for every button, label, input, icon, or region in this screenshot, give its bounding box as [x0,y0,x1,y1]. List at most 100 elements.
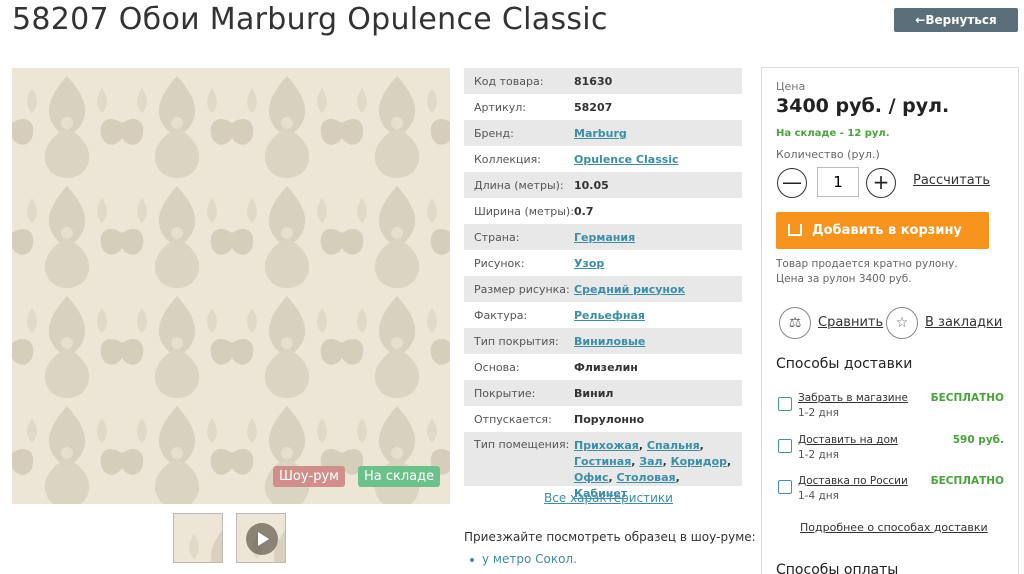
sale-note-line1: Товар продается кратно рулону. [776,258,958,270]
spec-value[interactable]: Рельефная [574,309,645,322]
spec-key: Страна: [474,230,520,244]
spec-key: Ширина (метры): [474,204,574,218]
spec-row: Покрытие: Винил [464,380,742,406]
spec-value[interactable]: Германия [574,231,635,244]
spec-key: Рисунок: [474,256,525,270]
truck-icon [778,439,792,453]
quantity-input[interactable] [817,167,859,197]
delivery-cost: 590 руб. [952,434,1004,446]
thumbnail-image[interactable] [173,513,223,563]
spec-key: Бренд: [474,126,514,140]
in-stock-badge: На складе [358,466,441,487]
delivery-name[interactable]: Забрать в магазине [798,392,908,404]
spec-key: Код товара: [474,74,544,88]
russia-map-icon [778,480,792,494]
spec-row: Коллекция: Opulence Classic [464,146,742,172]
delivery-days: 1-2 дня [798,449,839,461]
spec-key: Отпускается: [474,412,552,426]
room-type-link[interactable]: Коридор [671,455,727,468]
spec-row: Отпускается: Порулонно [464,406,742,432]
room-type-link[interactable]: Спальня [647,439,700,452]
spec-key: Тип покрытия: [474,334,559,348]
room-type-link[interactable]: Зал [639,455,662,468]
add-to-cart-label: Добавить в корзину [812,223,962,238]
all-characteristics-link[interactable]: Все характеристики [544,491,673,505]
spec-key: Длина (метры): [474,178,564,192]
bookmark-link[interactable]: В закладки [925,315,1002,330]
spec-value: 58207 [574,100,613,114]
spec-row: Длина (метры): 10.05 [464,172,742,198]
damask-pattern [12,68,450,504]
spec-key: Артикул: [474,100,526,114]
thumbnail-pattern [174,514,222,562]
spec-row: Артикул: 58207 [464,94,742,120]
calculate-link[interactable]: Рассчитать [913,173,990,188]
spec-table: Код товара: 81630 Артикул: 58207 Бренд: Marbu… [464,68,742,500]
spec-key: Основа: [474,360,520,374]
spec-row-rooms: Тип помещения: Прихожая, Спальня, Гостина… [464,432,742,500]
spec-value[interactable]: Opulence Classic [574,153,679,166]
spec-row: Бренд: Marburg [464,120,742,146]
store-icon [778,397,792,411]
delivery-name[interactable]: Доставка по России [798,475,908,487]
delivery-cost: БЕСПЛАТНО [930,475,1004,487]
price-value: 3400 руб. / рул. [776,95,950,117]
quantity-decrease-button[interactable]: — [777,168,807,198]
spec-value[interactable]: Узор [574,257,604,270]
spec-value: 0.7 [574,204,594,218]
delivery-days: 1-2 дня [798,407,839,419]
more-delivery-link[interactable]: Подробнее о способах доставки [800,521,988,534]
cart-icon [788,224,802,236]
spec-value[interactable]: Средний рисунок [574,283,685,296]
spec-key: Покрытие: [474,386,536,400]
compare-link[interactable]: Сравнить [818,315,883,330]
room-type-link[interactable]: Прихожая [574,439,639,452]
play-icon [246,523,278,555]
spec-value: 10.05 [574,178,609,192]
back-button[interactable]: ←Вернуться назад [894,8,1018,51]
delivery-cost: БЕСПЛАТНО [930,392,1004,404]
room-type-link[interactable]: Гостиная [574,455,631,468]
showroom-location: у метро Сокол. [470,552,577,566]
sale-note: Товар продается кратно рулону. Цена за р… [776,257,958,287]
bookmark-icon[interactable]: ☆ [886,307,918,339]
add-to-cart-button[interactable]: Добавить в корзину [776,212,989,249]
spec-row: Фактура: Рельефная [464,302,742,328]
delivery-name[interactable]: Доставить на дом [798,434,898,446]
room-type-link[interactable]: Столовая [617,471,676,484]
spec-row: Страна: Германия [464,224,742,250]
spec-key: Тип помещения: [474,438,570,451]
quantity-increase-button[interactable]: + [866,168,896,198]
product-image[interactable] [12,68,450,504]
spec-key: Размер рисунка: [474,282,570,296]
quantity-label: Количество (рул.) [776,148,880,161]
bullet-icon [470,557,474,562]
page-title: 58207 Обои Marburg Opulence Classic [12,2,608,37]
delivery-days: 1-4 дня [798,490,839,502]
sale-note-line2: Цена за рулон 3400 руб. [776,273,912,285]
showroom-link[interactable]: у метро Сокол [482,552,573,566]
stock-status: На складе - 12 рул. [776,128,890,139]
spec-key: Коллекция: [474,152,541,166]
spec-value: 81630 [574,74,613,88]
spec-row: Тип покрытия: Виниловые [464,328,742,354]
spec-value[interactable]: Marburg [574,127,627,140]
scales-icon[interactable]: ⚖ [779,307,811,339]
spec-value: Флизелин [574,360,638,374]
delivery-heading: Способы доставки [776,356,913,372]
showroom-period: . [573,552,577,566]
spec-value: Порулонно [574,412,645,426]
showroom-visit-text: Приезжайте посмотреть образец в шоу-руме… [464,530,756,544]
spec-row: Код товара: 81630 [464,68,742,94]
spec-row: Размер рисунка: Средний рисунок [464,276,742,302]
room-type-link[interactable]: Офис [574,471,609,484]
spec-value: Винил [574,386,614,400]
spec-row: Рисунок: Узор [464,250,742,276]
spec-row: Ширина (метры): 0.7 [464,198,742,224]
showroom-badge: Шоу-рум [273,466,345,487]
payment-heading: Способы оплаты [776,562,899,574]
spec-value[interactable]: Виниловые [574,335,645,348]
price-label: Цена [776,80,806,93]
thumbnail-video[interactable] [236,513,286,563]
spec-key: Фактура: [474,308,528,322]
